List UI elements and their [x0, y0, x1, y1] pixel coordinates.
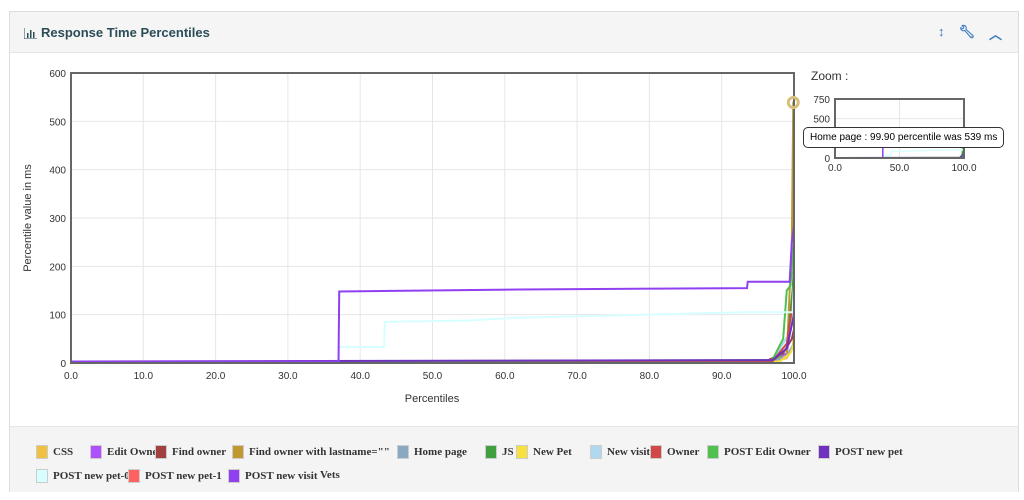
main-y-tick: 500	[49, 117, 66, 128]
legend-item[interactable]: Owner	[650, 445, 699, 459]
legend-swatch	[128, 469, 140, 483]
legend-swatch	[397, 445, 409, 459]
percentiles-chart[interactable]: 0.0 10.0 20.0 30.0 40.0 50.0 60.0 70.0 80.0 90.0 1…	[0, 0, 1024, 420]
main-y-tick: 100	[49, 311, 66, 322]
main-x-tick: 60.0	[495, 371, 515, 382]
legend-item[interactable]: Home page	[397, 445, 467, 459]
main-y-tick: 300	[49, 214, 66, 225]
legend-label: POST Edit Owner	[724, 446, 811, 458]
legend-label: JS	[502, 446, 514, 458]
legend-item[interactable]: New Pet	[516, 445, 572, 459]
main-y-tick: 600	[49, 69, 66, 80]
legend-item[interactable]: POST new pet-0	[36, 469, 130, 483]
legend-swatch	[90, 445, 102, 459]
main-y-tick: 0	[60, 359, 66, 370]
legend-swatch	[516, 445, 528, 459]
legend-label: POST new pet	[835, 446, 903, 458]
legend-item[interactable]: POST new pet-1	[128, 469, 222, 483]
legend-item[interactable]: JS	[485, 445, 514, 459]
main-x-tick: 10.0	[134, 371, 154, 382]
legend-label: New Pet	[533, 446, 572, 458]
legend-item[interactable]: Find owner	[155, 445, 226, 459]
main-x-tick: 50.0	[423, 371, 443, 382]
zoom-label: Zoom :	[811, 69, 848, 83]
legend-item[interactable]: Find owner with lastname=""	[232, 445, 390, 459]
legend-swatch	[232, 445, 244, 459]
legend-item[interactable]: POST Edit Owner	[707, 445, 811, 459]
legend-label: CSS	[53, 446, 74, 458]
legend-item[interactable]: POST new pet	[818, 445, 903, 459]
legend-label: Find owner with lastname=""	[249, 446, 390, 458]
main-x-tick: 20.0	[206, 371, 226, 382]
legend-label: POST new pet-1	[145, 470, 222, 482]
main-x-tick: 100.0	[781, 371, 806, 382]
zoom-x-tick: 100.0	[951, 163, 976, 174]
legend-label: Find owner	[172, 446, 227, 458]
legend-swatch	[818, 445, 830, 459]
legend-swatch	[36, 445, 48, 459]
y-axis-label: Percentile value in ms	[22, 164, 34, 272]
zoom-y-tick: 0	[824, 154, 830, 165]
main-y-tick: 200	[49, 262, 66, 273]
legend-swatch	[590, 445, 602, 459]
legend-label: Vets	[320, 469, 340, 481]
legend-label: Home page	[414, 446, 467, 458]
main-x-tick: 0.0	[64, 371, 78, 382]
legend-swatch	[485, 445, 497, 459]
main-x-tick: 30.0	[278, 371, 298, 382]
legend-label: New visit	[607, 446, 651, 458]
legend-swatch	[650, 445, 662, 459]
legend-item[interactable]: Edit Owner	[90, 445, 162, 459]
x-axis-label: Percentiles	[405, 393, 460, 405]
legend-label: POST new visit	[245, 470, 318, 482]
legend-swatch	[228, 469, 240, 483]
legend-swatch	[36, 469, 48, 483]
main-x-tick: 70.0	[567, 371, 587, 382]
legend-swatch	[155, 445, 167, 459]
legend: CSS Edit Owner Find owner Find owner with l…	[10, 426, 1018, 492]
legend-swatch	[707, 445, 719, 459]
legend-item[interactable]: Vets	[320, 469, 340, 481]
legend-item[interactable]: POST new visit	[228, 469, 318, 483]
zoom-x-tick: 50.0	[890, 163, 910, 174]
zoom-x-tick: 0.0	[828, 163, 842, 174]
tooltip: Home page : 99.90 percentile was 539 ms	[803, 127, 1005, 148]
main-x-tick: 40.0	[350, 371, 370, 382]
zoom-y-tick: 750	[813, 95, 830, 106]
main-x-tick: 90.0	[712, 371, 732, 382]
legend-label: POST new pet-0	[53, 470, 130, 482]
main-x-tick: 80.0	[640, 371, 660, 382]
zoom-y-tick: 500	[813, 115, 830, 126]
legend-label: Owner	[667, 446, 700, 458]
legend-item[interactable]: CSS	[36, 445, 73, 459]
legend-item[interactable]: New visit	[590, 445, 650, 459]
main-y-tick: 400	[49, 166, 66, 177]
